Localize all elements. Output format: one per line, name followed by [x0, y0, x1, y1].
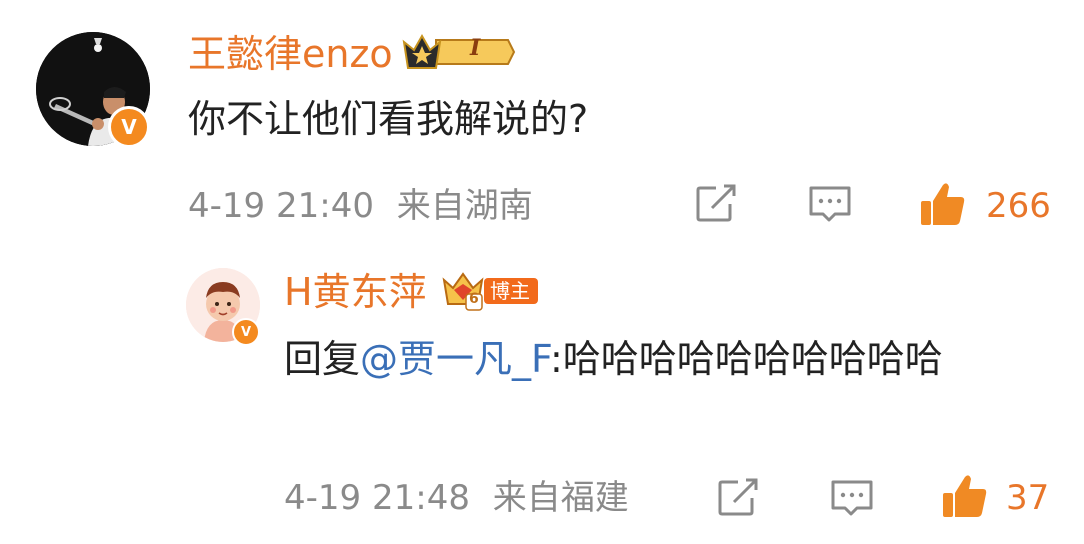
comment-location: 来自湖南	[396, 186, 533, 226]
reply-time: 4-19 21:48 来自福建	[284, 478, 629, 518]
reply-icon[interactable]	[828, 476, 876, 520]
level-number: I	[470, 35, 481, 61]
like-count: 37	[1006, 478, 1050, 518]
share-icon[interactable]	[714, 476, 762, 520]
comment-text: 你不让他们看我解说的?	[188, 97, 589, 141]
reply-location: 来自福建	[492, 478, 629, 518]
reply-icon[interactable]	[806, 182, 854, 226]
like-count: 266	[986, 186, 1051, 226]
reply-text: 回复@贾一凡_F:哈哈哈哈哈哈哈哈哈哈	[284, 334, 1044, 384]
replier-name[interactable]: H黄东萍	[284, 270, 427, 314]
blogger-crown-icon: 6 博主	[440, 270, 552, 312]
like-thumb-icon[interactable]	[940, 472, 990, 520]
commenter-name[interactable]: 王懿律enzo	[188, 32, 393, 76]
share-icon[interactable]	[692, 182, 740, 226]
like-thumb-icon[interactable]	[918, 180, 968, 228]
reply-body: :哈哈哈哈哈哈哈哈哈哈	[549, 337, 943, 381]
mention-link[interactable]: @贾一凡_F	[360, 337, 550, 381]
comment-time: 4-19 21:40 来自湖南	[188, 186, 533, 226]
comment-timestamp: 4-19 21:40	[188, 186, 374, 226]
blogger-tag: 博主	[484, 278, 538, 304]
reply-prefix: 回复	[284, 337, 361, 381]
crown-level-icon: I	[400, 30, 516, 74]
verified-v-icon: V	[232, 318, 260, 346]
blogger-level: 6	[469, 291, 479, 307]
reply-timestamp: 4-19 21:48	[284, 478, 470, 518]
verified-v-icon: V	[108, 106, 150, 148]
